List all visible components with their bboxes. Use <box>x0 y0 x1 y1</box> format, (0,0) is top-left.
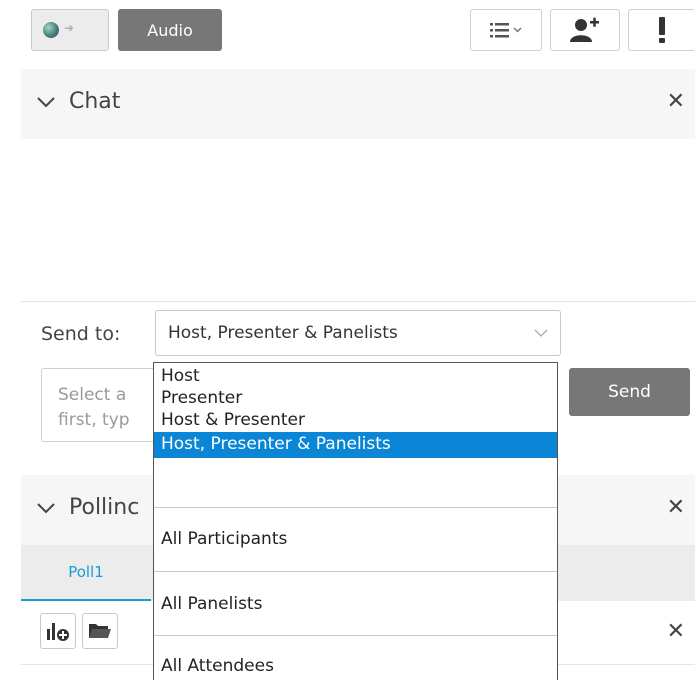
send-to-label: Send to: <box>41 323 121 345</box>
poll-toolbar-close-icon[interactable]: ✕ <box>667 619 685 644</box>
dropdown-separator <box>154 635 557 636</box>
placeholder-line-1: Select a <box>58 385 127 405</box>
send-button[interactable]: Send <box>569 368 690 416</box>
chat-close-icon[interactable]: ✕ <box>667 89 685 114</box>
audio-button[interactable]: Audio <box>118 9 222 51</box>
connection-status-button[interactable]: ➜ <box>31 9 109 51</box>
dropdown-option-presenter[interactable]: Presenter <box>154 388 557 410</box>
add-question-button[interactable] <box>40 613 76 649</box>
alert-button[interactable] <box>628 9 695 51</box>
dropdown-option-all-attendees[interactable]: All Attendees <box>154 656 557 680</box>
add-user-button[interactable] <box>550 9 620 51</box>
send-to-dropdown-list: Host Presenter Host & Presenter Host, Pr… <box>153 362 558 680</box>
chat-panel-title: Chat <box>69 89 121 114</box>
folder-icon <box>89 624 111 638</box>
exclamation-icon <box>659 17 665 43</box>
placeholder-line-2: first, typ <box>58 410 130 430</box>
dropdown-separator <box>154 507 557 508</box>
dropdown-option-all-panelists[interactable]: All Panelists <box>154 594 557 618</box>
list-view-icon <box>490 23 522 38</box>
dropdown-separator <box>154 571 557 572</box>
chevron-down-icon <box>37 97 55 108</box>
polling-panel-title: Pollinc <box>69 495 140 520</box>
send-to-select[interactable]: Host, Presenter & Panelists <box>155 310 561 356</box>
dropdown-option-host[interactable]: Host <box>154 366 557 388</box>
add-user-icon <box>570 17 599 42</box>
open-poll-button[interactable] <box>82 613 118 649</box>
polling-close-icon[interactable]: ✕ <box>667 495 685 520</box>
dropdown-option-host-presenter[interactable]: Host & Presenter <box>154 410 557 432</box>
add-chart-icon <box>47 623 69 641</box>
chat-panel-header[interactable]: Chat ✕ <box>21 69 695 139</box>
send-to-selected-value: Host, Presenter & Panelists <box>168 323 398 343</box>
dropdown-option-host-presenter-panelists[interactable]: Host, Presenter & Panelists <box>154 432 557 458</box>
connection-status-icon <box>43 22 59 38</box>
tab-poll1[interactable]: Poll1 <box>21 545 151 601</box>
chevron-down-icon <box>37 503 55 514</box>
chevron-down-icon <box>534 329 548 337</box>
dropdown-option-all-participants[interactable]: All Participants <box>154 529 557 553</box>
chat-message-placeholder: Select a first, typ <box>58 383 130 433</box>
chat-message-input[interactable]: Select a first, typ <box>41 368 162 442</box>
chat-messages-area <box>21 140 695 302</box>
arrow-right-icon: ➜ <box>64 21 75 35</box>
list-view-button[interactable] <box>470 9 542 51</box>
